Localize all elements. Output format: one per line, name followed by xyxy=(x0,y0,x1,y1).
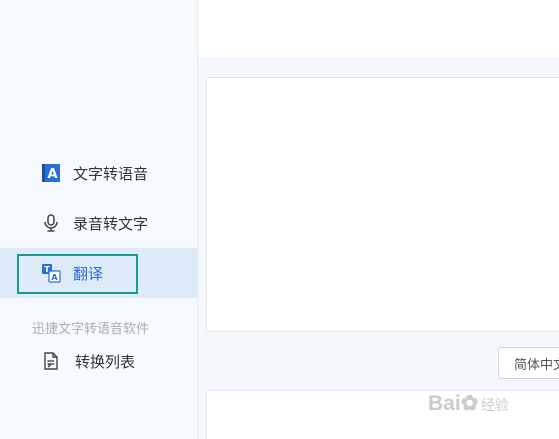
sidebar-item-label: 文字转语音 xyxy=(73,164,149,183)
text-to-speech-icon: A xyxy=(40,162,62,184)
sidebar-item-speech-to-text[interactable]: 录音转文字 xyxy=(0,198,198,248)
language-select-value: 简体中文 xyxy=(514,357,559,373)
paw-icon: ✿ xyxy=(460,392,479,415)
top-bar xyxy=(198,0,559,57)
document-list-icon xyxy=(40,350,62,372)
microphone-icon xyxy=(40,212,62,234)
sidebar: A 文字转语音 录音转文字 T A 翻译 迅捷文字转语音软件 转换列表 xyxy=(0,0,198,439)
software-name-label: 迅捷文字转语音软件 xyxy=(32,322,150,337)
sidebar-item-translate[interactable]: T A 翻译 xyxy=(0,248,198,298)
sidebar-item-text-to-speech[interactable]: A 文字转语音 xyxy=(0,148,198,198)
language-select[interactable]: 简体中文 xyxy=(498,347,559,379)
baidu-watermark: Bai✿ 经验 xyxy=(428,392,509,415)
source-text-area[interactable] xyxy=(206,77,559,332)
svg-text:A: A xyxy=(51,273,58,282)
sidebar-item-conversion-list[interactable]: 转换列表 xyxy=(0,336,198,386)
sidebar-item-label: 翻译 xyxy=(73,264,104,283)
svg-text:A: A xyxy=(47,167,57,182)
sidebar-item-label: 转换列表 xyxy=(75,352,136,371)
sidebar-item-label: 录音转文字 xyxy=(73,214,149,233)
translate-icon: T A xyxy=(40,262,62,284)
